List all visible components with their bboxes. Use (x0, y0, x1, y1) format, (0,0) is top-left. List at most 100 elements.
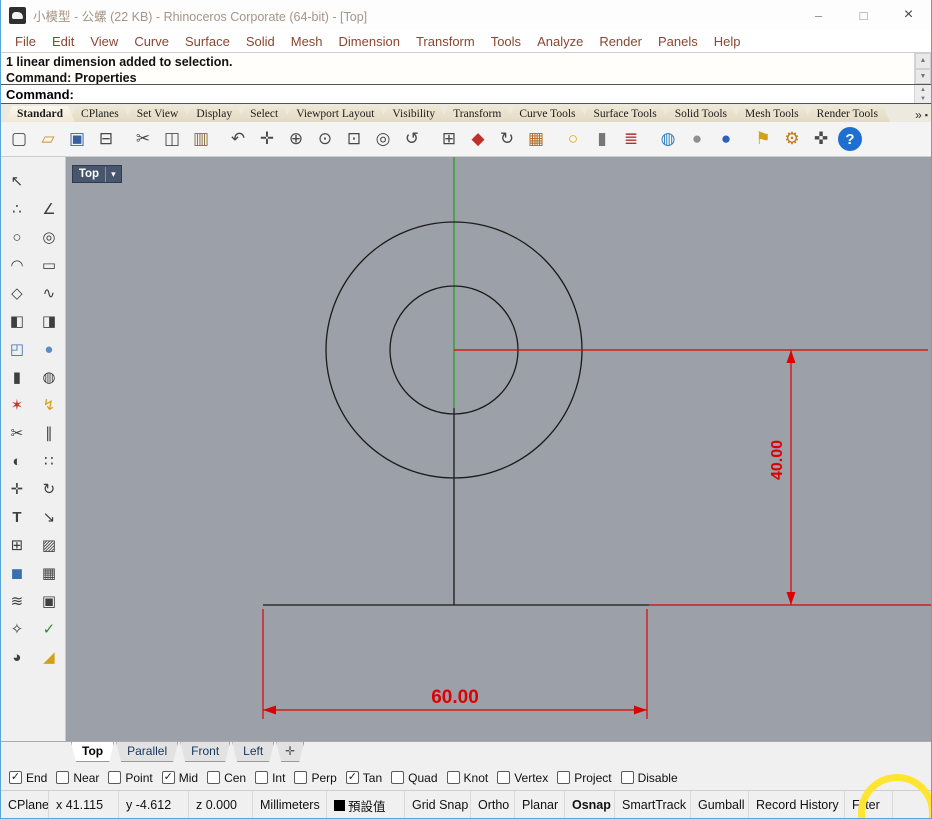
block-icon[interactable]: ▣ (36, 589, 62, 613)
set-cplane-icon[interactable]: ▦ (524, 127, 548, 151)
osnap-near[interactable]: Near (56, 771, 99, 785)
menu-curve[interactable]: Curve (126, 34, 177, 49)
status-ortho[interactable]: Ortho (471, 791, 515, 818)
viewport-tab-front[interactable]: Front (180, 742, 230, 762)
tab-options-icon[interactable]: ▪ (925, 110, 928, 120)
lock-icon[interactable]: ▮ (590, 127, 614, 151)
trim-icon[interactable]: ✂ (4, 421, 30, 445)
explode-icon[interactable]: ✶ (4, 393, 30, 417)
options-icon[interactable]: ⚙ (780, 127, 804, 151)
rotate-view-icon[interactable]: ↻ (495, 127, 519, 151)
new-file-icon[interactable]: ▢ (7, 127, 31, 151)
close-button[interactable]: × (886, 0, 931, 30)
torus-icon[interactable]: ◍ (36, 365, 62, 389)
undo-view-icon[interactable]: ↺ (400, 127, 424, 151)
menu-transform[interactable]: Transform (408, 34, 483, 49)
status-layer[interactable]: 預設值 (327, 791, 405, 818)
checkbox-checked[interactable]: ✓ (9, 771, 22, 784)
array-icon[interactable]: ⊞ (4, 533, 30, 557)
split-icon[interactable]: ∥ (36, 421, 62, 445)
spin-up-icon[interactable]: ▲ (915, 85, 931, 94)
checkbox[interactable] (446, 771, 460, 784)
viewport-tab-left[interactable]: Left (232, 742, 274, 762)
print-icon[interactable]: ⊟ (94, 127, 118, 151)
arc-icon[interactable]: ◠ (4, 253, 30, 277)
viewport-layout-icon[interactable]: ⊞ (437, 127, 461, 151)
box-icon[interactable]: ◰ (4, 337, 30, 361)
menu-surface[interactable]: Surface (177, 34, 238, 49)
menu-render[interactable]: Render (591, 34, 650, 49)
menu-panels[interactable]: Panels (650, 34, 706, 49)
menu-help[interactable]: Help (706, 34, 749, 49)
osnap-vertex[interactable]: Vertex (497, 771, 548, 785)
status-units[interactable]: Millimeters (253, 791, 327, 818)
checkbox[interactable] (255, 771, 269, 784)
open-file-icon[interactable]: ▱ (36, 127, 60, 151)
boolean-icon[interactable]: ◐ (4, 449, 30, 473)
zoom-dynamic-icon[interactable]: ⊙ (313, 127, 337, 151)
control-points-icon[interactable]: ∴ (4, 197, 30, 221)
tab-select[interactable]: Select (238, 106, 290, 122)
checkbox[interactable] (391, 771, 405, 784)
checkbox[interactable] (557, 771, 571, 784)
maximize-button[interactable]: □ (841, 0, 886, 30)
status-grid-snap[interactable]: Grid Snap (405, 791, 471, 818)
menu-tools[interactable]: Tools (483, 34, 529, 49)
save-icon[interactable]: ▣ (65, 127, 89, 151)
osnap-project[interactable]: Project (557, 771, 612, 785)
command-input[interactable]: Command: (1, 87, 914, 102)
mesh-icon[interactable]: ≋ (4, 589, 30, 613)
select-icon[interactable]: ↖ (4, 169, 30, 193)
cylinder-icon[interactable]: ▮ (4, 365, 30, 389)
scroll-down-icon[interactable]: ▼ (915, 68, 931, 84)
checkbox[interactable] (497, 771, 511, 784)
tab-viewport-layout[interactable]: Viewport Layout (284, 106, 386, 122)
sphere-shade-icon[interactable]: ◕ (4, 645, 30, 669)
vertical-dimension[interactable]: 40.00 (453, 349, 928, 605)
checkbox[interactable] (207, 771, 221, 784)
sphere-icon[interactable]: ● (36, 337, 62, 361)
viewport-top[interactable]: Top ▾ 40.00 60.00 (65, 157, 932, 741)
tab-mesh-tools[interactable]: Mesh Tools (733, 106, 811, 122)
viewport-tab-top[interactable]: Top (71, 742, 114, 762)
rectangle-icon[interactable]: ▭ (36, 253, 62, 277)
status-smarttrack[interactable]: SmartTrack (615, 791, 691, 818)
osnap-int[interactable]: Int (255, 771, 285, 785)
checkbox[interactable] (108, 771, 122, 784)
spotlight-icon[interactable]: ○ (561, 127, 585, 151)
surface-icon[interactable]: ◧ (4, 309, 30, 333)
osnap-perp[interactable]: Perp (294, 771, 337, 785)
menu-dimension[interactable]: Dimension (331, 34, 408, 49)
viewport-title[interactable]: Top ▾ (71, 165, 122, 183)
paste-icon[interactable]: ▥ (189, 127, 213, 151)
tab-set-view[interactable]: Set View (125, 106, 191, 122)
drawing-canvas[interactable]: 40.00 60.00 (66, 157, 932, 741)
zoom-window-icon[interactable]: ⊡ (342, 127, 366, 151)
circle-icon[interactable]: ○ (4, 225, 30, 249)
tab-standard[interactable]: Standard (5, 106, 75, 122)
menu-solid[interactable]: Solid (238, 34, 283, 49)
cut-icon[interactable]: ✂ (131, 127, 155, 151)
checkbox[interactable] (294, 771, 308, 784)
hatch-icon[interactable]: ▨ (36, 533, 62, 557)
menu-mesh[interactable]: Mesh (283, 34, 331, 49)
minimize-button[interactable]: – (796, 0, 841, 30)
check-icon[interactable]: ✓ (36, 617, 62, 641)
gumball-icon[interactable]: ✜ (809, 127, 833, 151)
viewport-tab-parallel[interactable]: Parallel (116, 742, 178, 762)
osnap-disable[interactable]: Disable (620, 771, 678, 785)
horizontal-dimension-label[interactable]: 60.00 (431, 687, 479, 708)
osnap-mid[interactable]: ✓ Mid (161, 771, 198, 785)
zoom-selected-icon[interactable]: ◎ (371, 127, 395, 151)
zoom-extents-icon[interactable]: ⊕ (284, 127, 308, 151)
help-icon[interactable]: ? (838, 127, 862, 151)
move-icon[interactable]: ✛ (4, 477, 30, 501)
menu-view[interactable]: View (82, 34, 126, 49)
checkbox[interactable] (620, 771, 634, 784)
osnap-cen[interactable]: Cen (207, 771, 246, 785)
shaded-box-icon[interactable]: ◼ (4, 561, 30, 585)
curve-icon[interactable]: ∿ (36, 281, 62, 305)
checkbox-checked[interactable]: ✓ (161, 771, 175, 784)
tab-visibility[interactable]: Visibility (380, 106, 447, 122)
pan-icon[interactable]: ✛ (255, 127, 279, 151)
